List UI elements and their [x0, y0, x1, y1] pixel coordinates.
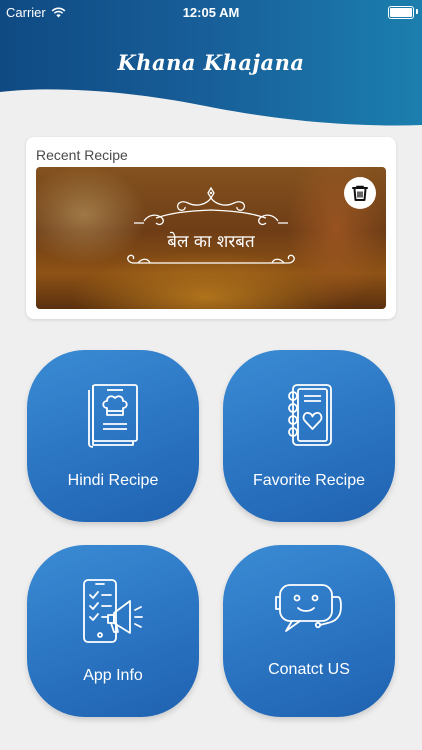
- app-title: Khana Khajana: [117, 50, 305, 75]
- app-info-megaphone-icon: [83, 579, 143, 643]
- favorite-recipe-label: Favorite Recipe: [252, 472, 366, 489]
- battery-icon: [388, 6, 414, 19]
- hindi-recipe-label: Hindi Recipe: [67, 472, 159, 489]
- recipe-book-icon: [88, 384, 138, 448]
- hindi-recipe-tile[interactable]: Hindi Recipe: [27, 350, 199, 522]
- contact-us-label: Conatct US: [268, 661, 350, 678]
- app-info-label: App Info: [83, 667, 143, 684]
- favorite-recipe-tile[interactable]: Favorite Recipe: [223, 350, 395, 522]
- status-time: 12:05 AM: [182, 5, 240, 20]
- favorite-notebook-icon: [288, 384, 332, 446]
- recent-recipe-label: Recent Recipe: [36, 147, 128, 163]
- decorative-frame-icon: [127, 186, 295, 264]
- app-info-tile[interactable]: App Info: [27, 545, 199, 717]
- recent-recipe-name: बेल का शरबत: [167, 232, 255, 252]
- chat-robot-icon: [275, 584, 342, 632]
- trash-icon: [352, 185, 368, 201]
- contact-us-tile[interactable]: Conatct US: [223, 545, 395, 717]
- delete-recent-button[interactable]: [344, 177, 376, 209]
- battery-tip: [416, 9, 418, 14]
- status-bar: Carrier 12:05 AM: [0, 0, 422, 24]
- recent-recipe-card[interactable]: Recent Recipe बेल का शरबत: [26, 137, 396, 319]
- recent-recipe-image[interactable]: बेल का शरबत: [36, 167, 386, 309]
